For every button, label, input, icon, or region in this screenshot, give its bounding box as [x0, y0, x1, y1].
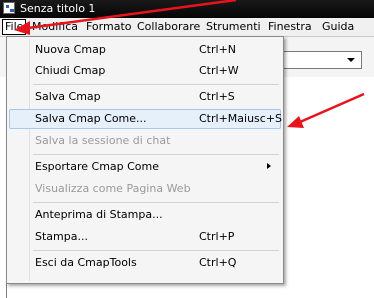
menu-item-shortcut: Ctrl+P — [199, 230, 235, 243]
menu-finestra[interactable]: Finestra — [268, 20, 312, 34]
menu-separator — [33, 154, 279, 155]
menu-item-chiudi-cmap[interactable]: Chiudi Cmap Ctrl+W — [9, 61, 281, 81]
menu-collaborare[interactable]: Collaborare — [137, 20, 200, 34]
menu-item-shortcut: Ctrl+Maiusc+S — [199, 112, 283, 125]
cmaptools-app-icon — [3, 2, 15, 14]
menu-item-esportare-cmap-come[interactable]: Esportare Cmap Come — [9, 157, 281, 177]
menu-separator — [33, 84, 279, 85]
menu-item-shortcut: Ctrl+N — [199, 43, 237, 56]
menu-item-label: Salva la sessione di chat — [35, 134, 171, 147]
menu-separator — [33, 250, 279, 251]
menu-item-label: Salva Cmap Come... — [35, 112, 147, 125]
menu-item-label: Esci da CmapTools — [35, 256, 137, 269]
menu-item-salva-sessione-chat[interactable]: Salva la sessione di chat — [9, 131, 281, 151]
menu-formato[interactable]: Formato — [86, 20, 132, 34]
menu-item-label: Anteprima di Stampa... — [35, 208, 163, 221]
menu-strumenti[interactable]: Strumenti — [206, 20, 261, 34]
menu-item-stampa[interactable]: Stampa... Ctrl+P — [9, 227, 281, 247]
menu-item-anteprima-stampa[interactable]: Anteprima di Stampa... — [9, 205, 281, 225]
toolbar-dropdown[interactable] — [280, 51, 362, 69]
title-bar: Senza titolo 1 — [0, 0, 374, 18]
menu-item-label: Visualizza come Pagina Web — [35, 182, 191, 195]
menu-item-label: Esportare Cmap Come — [35, 160, 160, 173]
menu-item-salva-cmap-come[interactable]: Salva Cmap Come... Ctrl+Maiusc+S — [9, 109, 283, 129]
file-menu-dropdown: Nuova Cmap Ctrl+N Chiudi Cmap Ctrl+W Sal… — [6, 36, 284, 284]
menu-item-shortcut: Ctrl+Q — [199, 256, 237, 269]
menu-item-nuova-cmap[interactable]: Nuova Cmap Ctrl+N — [9, 40, 281, 60]
menu-item-label: Salva Cmap — [35, 90, 101, 103]
menu-item-esci[interactable]: Esci da CmapTools Ctrl+Q — [9, 253, 281, 273]
submenu-arrow-icon — [267, 163, 271, 169]
window-title: Senza titolo 1 — [20, 2, 96, 15]
menu-guida[interactable]: Guida — [322, 20, 354, 34]
menu-separator — [33, 202, 279, 203]
menu-item-visualizza-pagina-web[interactable]: Visualizza come Pagina Web — [9, 179, 281, 199]
menu-item-shortcut: Ctrl+S — [199, 90, 235, 103]
menu-item-salva-cmap[interactable]: Salva Cmap Ctrl+S — [9, 87, 281, 107]
menu-modifica[interactable]: Modifica — [32, 20, 78, 34]
menu-item-label: Stampa... — [35, 230, 88, 243]
menu-file[interactable]: File — [2, 19, 27, 35]
menu-item-shortcut: Ctrl+W — [199, 64, 239, 77]
menu-item-label: Chiudi Cmap — [35, 64, 106, 77]
menu-bar: File Modifica Formato Collaborare Strume… — [0, 18, 374, 37]
chevron-down-icon — [347, 58, 355, 62]
menu-item-label: Nuova Cmap — [35, 43, 106, 56]
